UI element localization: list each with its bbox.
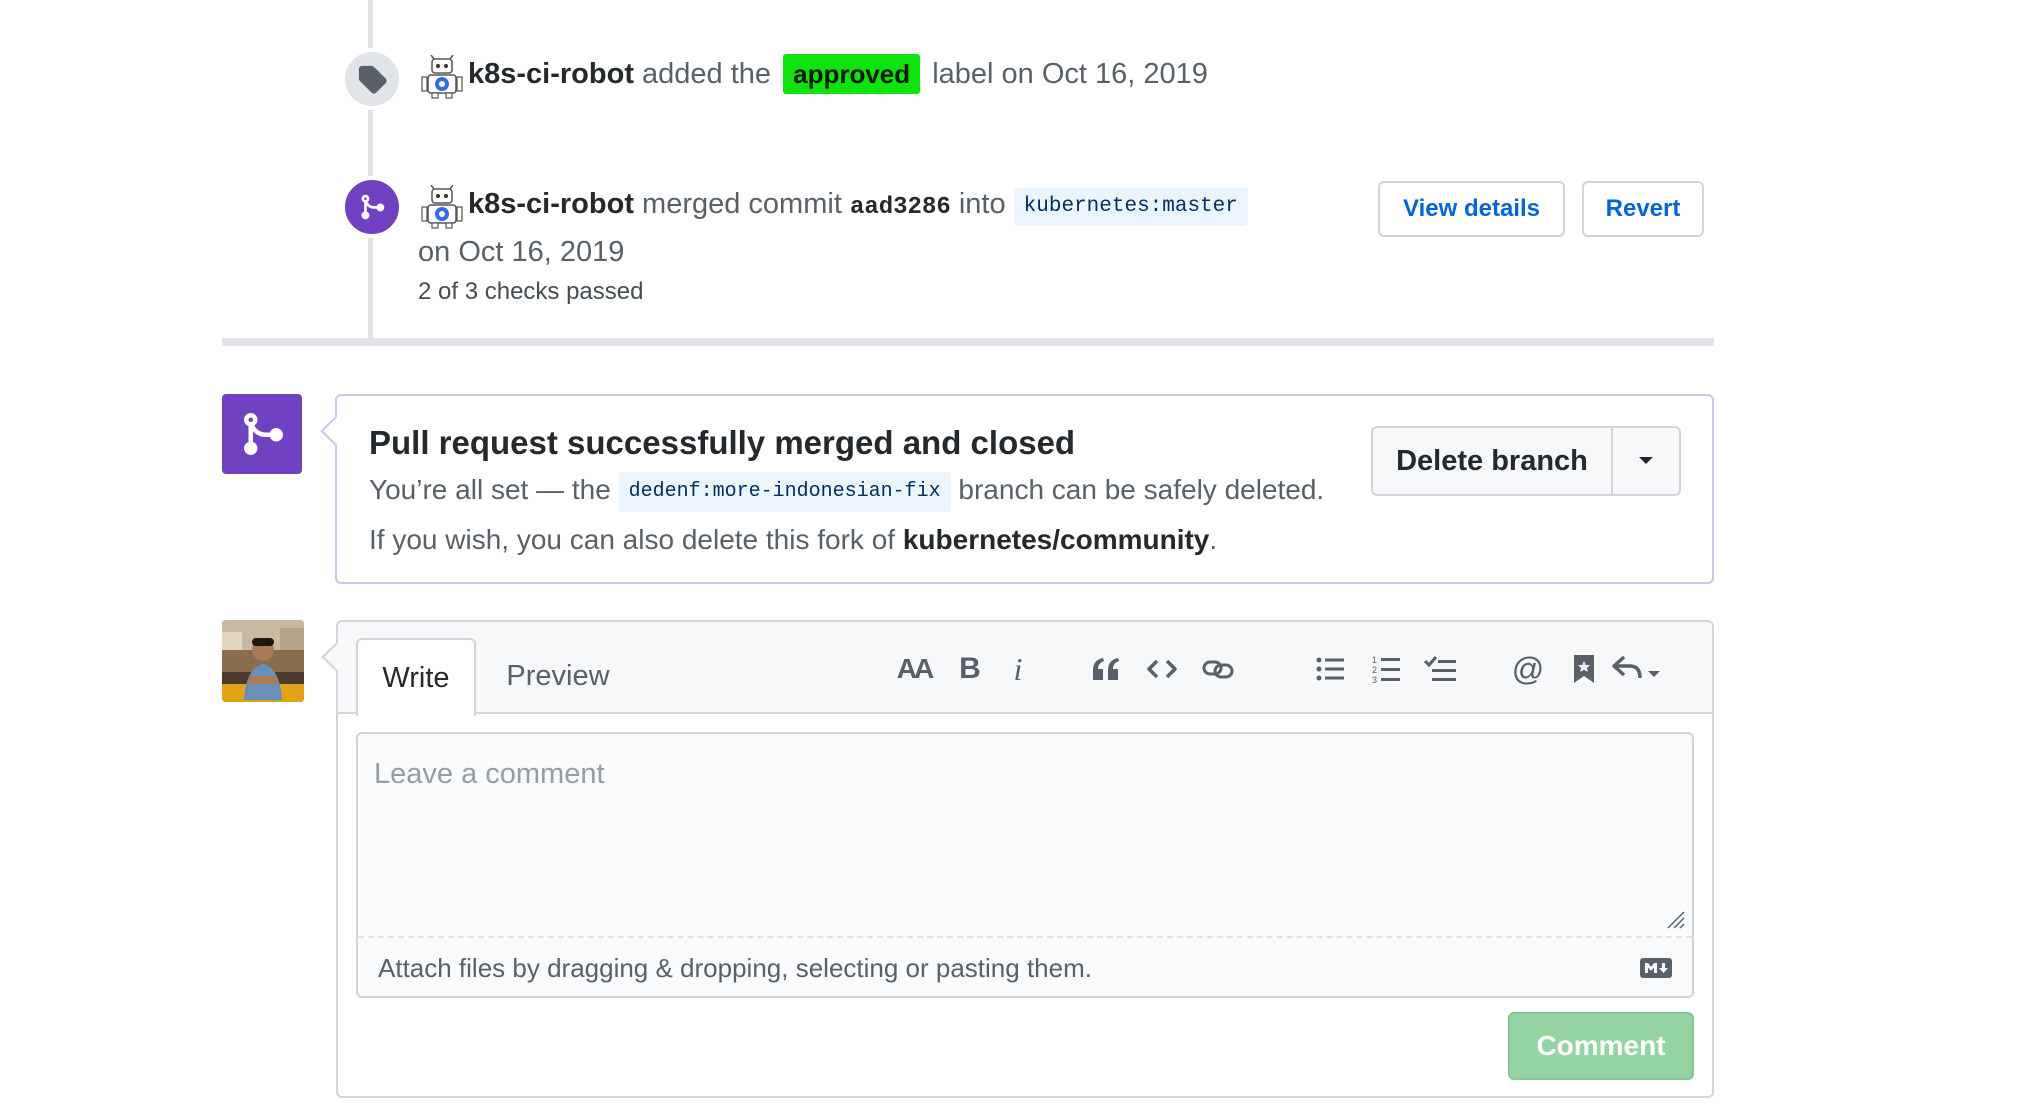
view-details-button[interactable]: View details — [1378, 181, 1565, 237]
robot-avatar[interactable] — [420, 185, 464, 229]
merged-title: Pull request successfully merged and clo… — [369, 424, 1076, 461]
caret-down-icon — [1639, 457, 1653, 464]
text-size-label: AA — [896, 653, 934, 684]
fork-link[interactable]: kubernetes/community — [903, 524, 1210, 555]
delete-branch-button[interactable]: Delete branch — [1373, 428, 1613, 494]
tab-preview[interactable]: Preview — [488, 638, 628, 714]
merge-event-verb: merged commit — [642, 188, 842, 220]
label-event-text: k8s-ci-robot added the approved label on… — [468, 54, 1208, 94]
user-photo — [222, 620, 304, 702]
svg-text:3: 3 — [1372, 675, 1377, 684]
git-merge-icon — [361, 194, 385, 220]
saved-reply-icon[interactable] — [1560, 646, 1608, 692]
reply-icon[interactable] — [1610, 646, 1670, 692]
bold-label: B — [959, 652, 981, 685]
merge-event-into: into — [958, 188, 1006, 220]
merge-event-text: k8s-ci-robot merged commit aad3286 into … — [468, 184, 1248, 228]
merged-line-2-before: If you wish, you can also delete this fo… — [369, 524, 896, 555]
unordered-list-icon[interactable] — [1306, 646, 1354, 692]
merged-line-2: If you wish, you can also delete this fo… — [369, 518, 1217, 562]
link-icon[interactable] — [1194, 646, 1242, 692]
head-branch-ref[interactable]: dedenf:more-indonesian-fix — [618, 472, 951, 512]
ordered-list-icon[interactable]: 123 — [1362, 646, 1410, 692]
svg-text:1: 1 — [1372, 655, 1377, 665]
revert-button[interactable]: Revert — [1582, 181, 1704, 237]
merged-line-1: You’re all set — the dedenf:more-indones… — [369, 468, 1324, 512]
delete-branch-group: Delete branch — [1371, 426, 1681, 496]
mention-label: @ — [1511, 650, 1545, 687]
robot-avatar[interactable] — [420, 55, 464, 99]
tag-icon — [358, 65, 387, 94]
merge-event-date[interactable]: on Oct 16, 2019 — [418, 232, 624, 272]
delete-branch-dropdown[interactable] — [1613, 428, 1679, 494]
comment-textarea[interactable] — [358, 734, 1692, 936]
merged-line-2-after: . — [1209, 524, 1218, 555]
commit-sha-link[interactable]: aad3286 — [850, 194, 951, 221]
attach-files-text: Attach files by dragging & dropping, sel… — [378, 952, 1092, 983]
text-size-icon[interactable]: AA — [890, 646, 938, 692]
italic-label: i — [1013, 650, 1023, 687]
merge-event-badge — [341, 176, 403, 238]
attach-files-bar[interactable]: Attach files by dragging & dropping, sel… — [358, 936, 1692, 998]
markdown-icon[interactable] — [1640, 958, 1672, 978]
svg-text:2: 2 — [1372, 665, 1377, 675]
approved-label[interactable]: approved — [783, 54, 921, 94]
merged-line-1-after: branch can be safely deleted. — [958, 474, 1325, 505]
merged-line-1-before: You’re all set — the — [369, 474, 611, 505]
code-icon[interactable] — [1138, 646, 1186, 692]
mention-icon[interactable]: @ — [1504, 646, 1552, 692]
label-event-verb: added the — [642, 58, 772, 90]
comment-submit-button[interactable]: Comment — [1508, 1012, 1694, 1080]
task-list-icon[interactable] — [1416, 646, 1464, 692]
italic-icon[interactable]: i — [994, 646, 1042, 692]
tab-write[interactable]: Write — [356, 638, 476, 716]
target-branch-ref[interactable]: kubernetes:master — [1013, 188, 1248, 226]
current-user-avatar[interactable] — [222, 620, 304, 702]
git-merge-icon — [244, 413, 284, 455]
comment-form: Write Preview AA B i 123 @ Leave a comme… — [336, 620, 1714, 1098]
merged-status-badge — [222, 394, 302, 474]
resize-grip-icon[interactable] — [1662, 906, 1686, 930]
merge-event-actor[interactable]: k8s-ci-robot — [468, 188, 634, 220]
label-event-actor[interactable]: k8s-ci-robot — [468, 58, 634, 90]
quote-icon[interactable] — [1082, 646, 1130, 692]
label-event-suffix: label on Oct 16, 2019 — [932, 58, 1208, 90]
label-event-badge — [341, 48, 403, 110]
comment-form-header: Write Preview AA B i 123 @ — [338, 622, 1712, 716]
checks-status[interactable]: 2 of 3 checks passed — [418, 272, 643, 312]
bold-icon[interactable]: B — [946, 646, 994, 692]
timeline-divider — [222, 338, 1714, 346]
comment-textarea-wrapper: Attach files by dragging & dropping, sel… — [356, 732, 1694, 998]
merged-info-box: Pull request successfully merged and clo… — [335, 394, 1714, 584]
